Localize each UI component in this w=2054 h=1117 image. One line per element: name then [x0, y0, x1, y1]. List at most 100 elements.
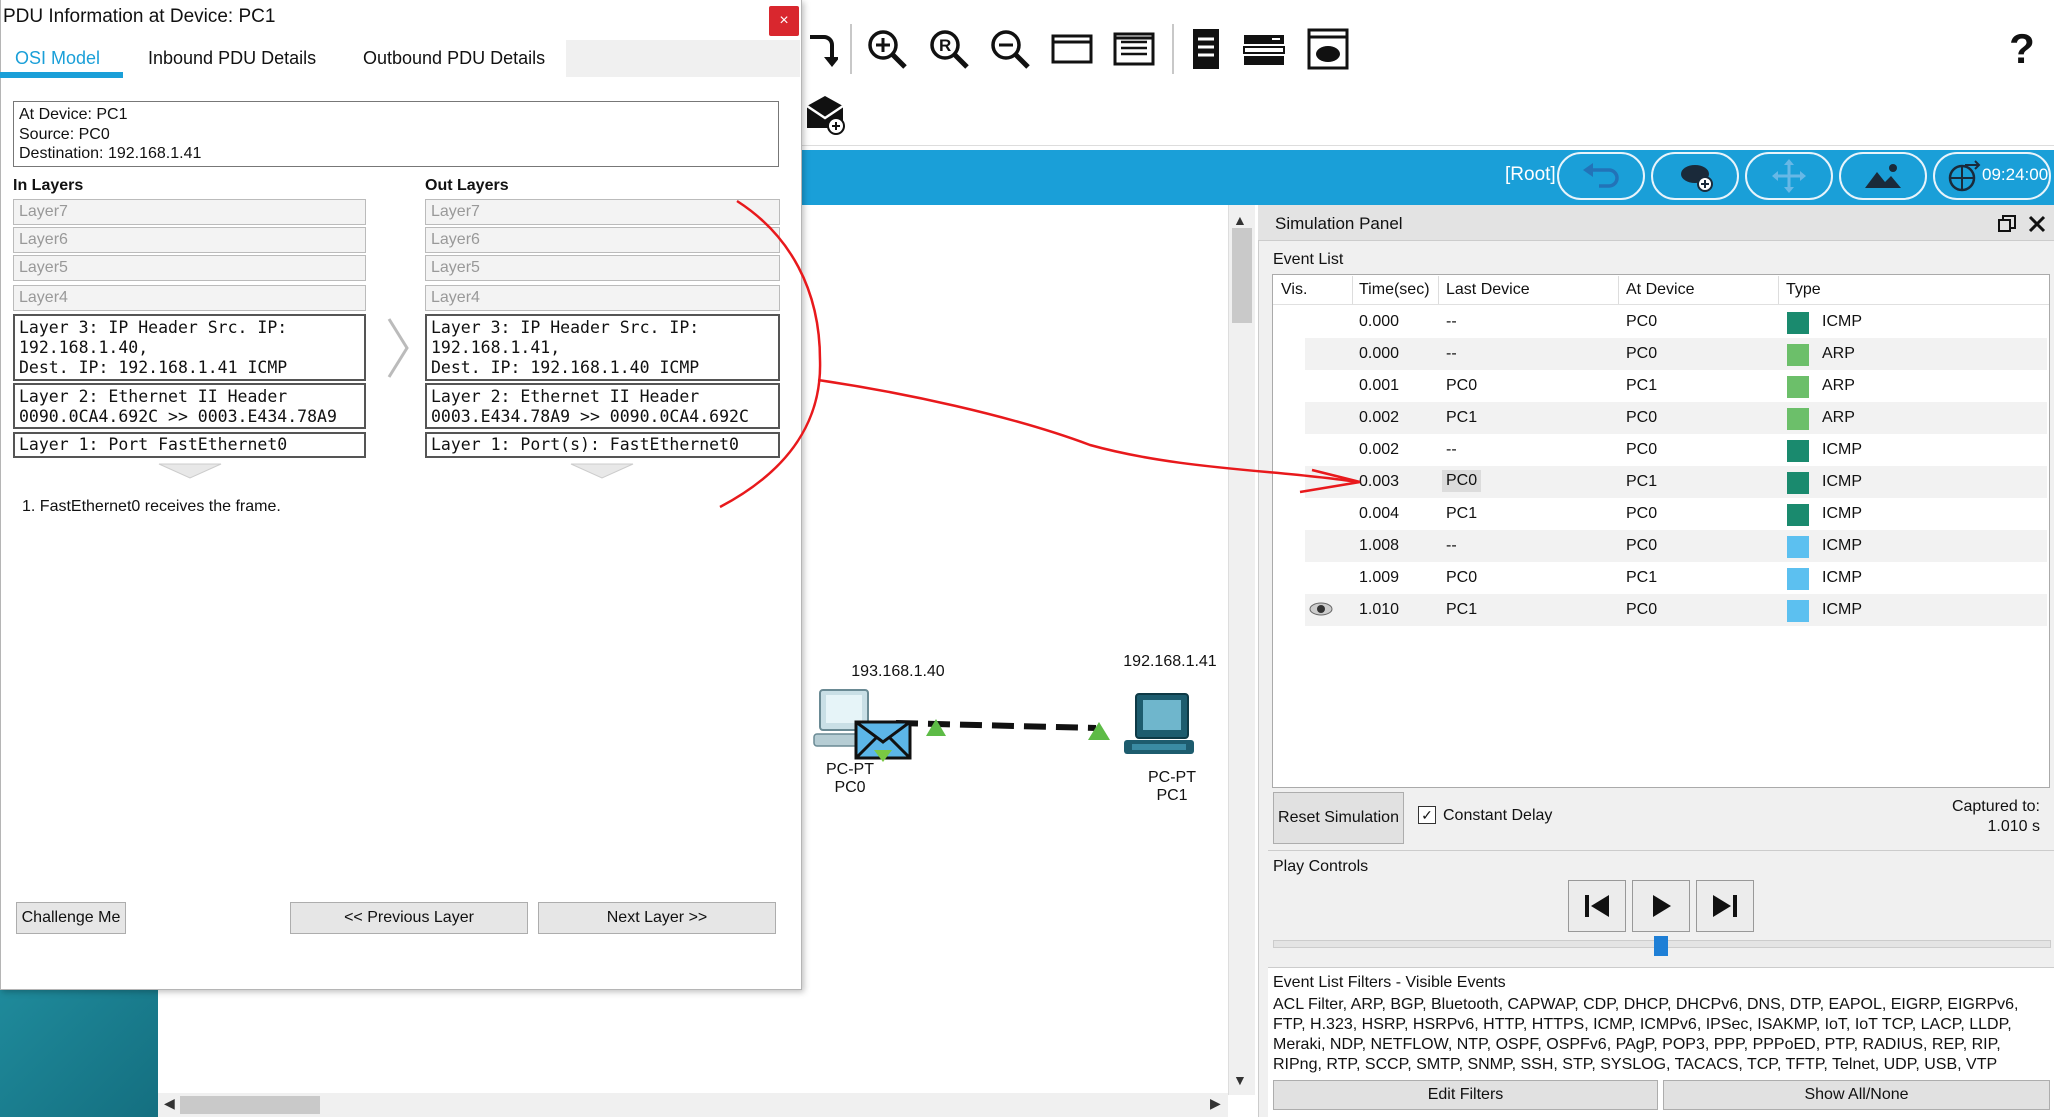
out-layer-2[interactable]: Layer 2: Ethernet II Header 0003.E434.78… [425, 383, 780, 429]
palette-icon[interactable] [1110, 26, 1158, 72]
clock-label: 09:24:00 [1982, 165, 2049, 184]
check-icon: ✓ [1421, 806, 1433, 823]
constant-delay-checkbox[interactable]: ✓ [1418, 806, 1436, 824]
event-row[interactable]: 0.002 PC1 PC0 ARP [1305, 402, 2047, 434]
col-vis[interactable]: Vis. [1281, 281, 1307, 299]
zoom-in-icon[interactable] [862, 24, 912, 74]
event-row[interactable]: 1.010 PC1 PC0 ICMP [1305, 594, 2047, 626]
event-type-color-swatch [1787, 536, 1809, 558]
event-last-device: -- [1446, 345, 1457, 362]
step-forward-button[interactable] [1696, 880, 1754, 932]
custom-device-icon[interactable] [1304, 24, 1352, 74]
event-type-color-swatch [1787, 344, 1809, 366]
in-layer-1[interactable]: Layer 1: Port FastEthernet0 [13, 432, 366, 458]
event-time: 1.010 [1359, 601, 1400, 618]
event-row[interactable]: 0.000 -- PC0 ARP [1305, 338, 2047, 370]
tab-inbound-pdu[interactable]: Inbound PDU Details [148, 48, 316, 69]
in-layer-5[interactable]: Layer5 [13, 255, 366, 281]
out-layer-3[interactable]: Layer 3: IP Header Src. IP: 192.168.1.41… [425, 314, 780, 381]
play-speed-slider-thumb[interactable] [1654, 936, 1668, 956]
scroll-up-icon[interactable]: ▲ [1233, 212, 1247, 228]
previous-layer-button[interactable]: << Previous Layer [290, 902, 528, 934]
undo-icon[interactable] [800, 26, 840, 72]
event-at-device: PC1 [1626, 569, 1658, 586]
scroll-left-icon[interactable]: ◀ [164, 1095, 175, 1112]
event-last-device: PC0 [1446, 569, 1478, 586]
cloud-add-icon[interactable] [1651, 152, 1739, 200]
event-type-color-swatch [1787, 600, 1809, 622]
back-icon[interactable] [1557, 152, 1645, 200]
out-layer-4[interactable]: Layer4 [425, 285, 780, 311]
window-icon[interactable] [1048, 26, 1096, 72]
in-layer-6[interactable]: Layer6 [13, 227, 366, 253]
help-icon[interactable]: ? [1998, 24, 2046, 74]
event-row[interactable]: 0.001 PC0 PC1 ARP [1305, 370, 2047, 402]
eye-icon[interactable] [1309, 601, 1333, 617]
show-all-none-button[interactable]: Show All/None [1663, 1080, 2050, 1110]
event-type: ARP [1822, 409, 1855, 426]
in-layer-7[interactable]: Layer7 [13, 199, 366, 225]
challenge-me-button[interactable]: Challenge Me [16, 902, 126, 934]
pc1-ip-label: 192.168.1.41 [1123, 653, 1217, 670]
event-row[interactable]: 1.008 -- PC0 ICMP [1305, 530, 2047, 562]
event-row[interactable]: 0.002 -- PC0 ICMP [1305, 434, 2047, 466]
zoom-out-icon[interactable] [985, 24, 1035, 74]
constant-delay-label: Constant Delay [1443, 807, 1553, 824]
background-image-icon[interactable] [1839, 152, 1927, 200]
vertical-scroll-thumb[interactable] [1232, 228, 1252, 323]
tab-outbound-pdu[interactable]: Outbound PDU Details [363, 48, 545, 69]
scroll-down-icon[interactable]: ▼ [1233, 1072, 1247, 1088]
link-status-up-icon-2 [1088, 722, 1110, 740]
out-layer-6[interactable]: Layer6 [425, 227, 780, 253]
event-type: ICMP [1822, 313, 1862, 330]
col-at-device[interactable]: At Device [1626, 281, 1694, 299]
device-icon[interactable] [1240, 26, 1288, 72]
step-back-button[interactable] [1568, 880, 1626, 932]
in-layer-4[interactable]: Layer4 [13, 285, 366, 311]
event-last-device: PC1 [1446, 601, 1478, 618]
pdu-envelope-icon[interactable] [854, 720, 912, 762]
move-icon[interactable] [1745, 152, 1833, 200]
zoom-reset-icon[interactable]: R [924, 24, 974, 74]
out-layers-down-arrow-icon [570, 463, 634, 479]
event-row[interactable]: 0.000 -- PC0 ICMP [1305, 306, 2047, 338]
step-back-icon [1585, 895, 1609, 917]
out-layer-5[interactable]: Layer5 [425, 255, 780, 281]
event-type: ICMP [1822, 569, 1862, 586]
next-layer-button[interactable]: Next Layer >> [538, 902, 776, 934]
info-source: Source: PC0 [19, 125, 110, 143]
event-type: ICMP [1822, 505, 1862, 522]
event-type: ARP [1822, 377, 1855, 394]
in-layer-3[interactable]: Layer 3: IP Header Src. IP: 192.168.1.40… [13, 314, 366, 381]
simulation-panel-title: Simulation Panel [1275, 214, 1403, 233]
col-time[interactable]: Time(sec) [1359, 281, 1430, 299]
edit-filters-button[interactable]: Edit Filters [1273, 1080, 1658, 1110]
event-at-device: PC1 [1626, 473, 1658, 490]
add-pdu-icon[interactable] [800, 90, 850, 138]
event-at-device: PC0 [1626, 505, 1658, 522]
in-layer-2[interactable]: Layer 2: Ethernet II Header 0090.0CA4.69… [13, 383, 366, 429]
scroll-right-icon[interactable]: ▶ [1210, 1095, 1221, 1112]
play-button[interactable] [1632, 880, 1690, 932]
out-layer-7[interactable]: Layer7 [425, 199, 780, 225]
close-panel-icon[interactable] [2027, 214, 2047, 234]
col-last-device[interactable]: Last Device [1446, 281, 1530, 299]
tab-osi-model[interactable]: OSI Model [15, 48, 100, 69]
notes-icon[interactable] [1186, 24, 1226, 74]
vertical-scrollbar[interactable] [1228, 205, 1255, 1095]
pc1-icon[interactable] [1124, 693, 1194, 754]
reset-simulation-button[interactable]: Reset Simulation [1273, 792, 1404, 844]
event-row[interactable]: 0.004 PC1 PC0 ICMP [1305, 498, 2047, 530]
close-icon[interactable]: × [769, 6, 799, 36]
event-row[interactable]: 0.003 PC0 PC1 ICMP [1305, 466, 2047, 498]
root-label[interactable]: [Root] [1505, 164, 1556, 186]
col-type[interactable]: Type [1786, 281, 1821, 299]
event-type-color-swatch [1787, 440, 1809, 462]
event-last-device: PC1 [1446, 409, 1478, 426]
in-layers-down-arrow-icon [158, 463, 222, 479]
restore-icon[interactable] [1997, 214, 2017, 234]
event-row[interactable]: 1.009 PC0 PC1 ICMP [1305, 562, 2047, 594]
out-layer-1[interactable]: Layer 1: Port(s): FastEthernet0 [425, 432, 780, 458]
event-time: 1.009 [1359, 569, 1400, 586]
horizontal-scroll-thumb[interactable] [180, 1096, 320, 1114]
